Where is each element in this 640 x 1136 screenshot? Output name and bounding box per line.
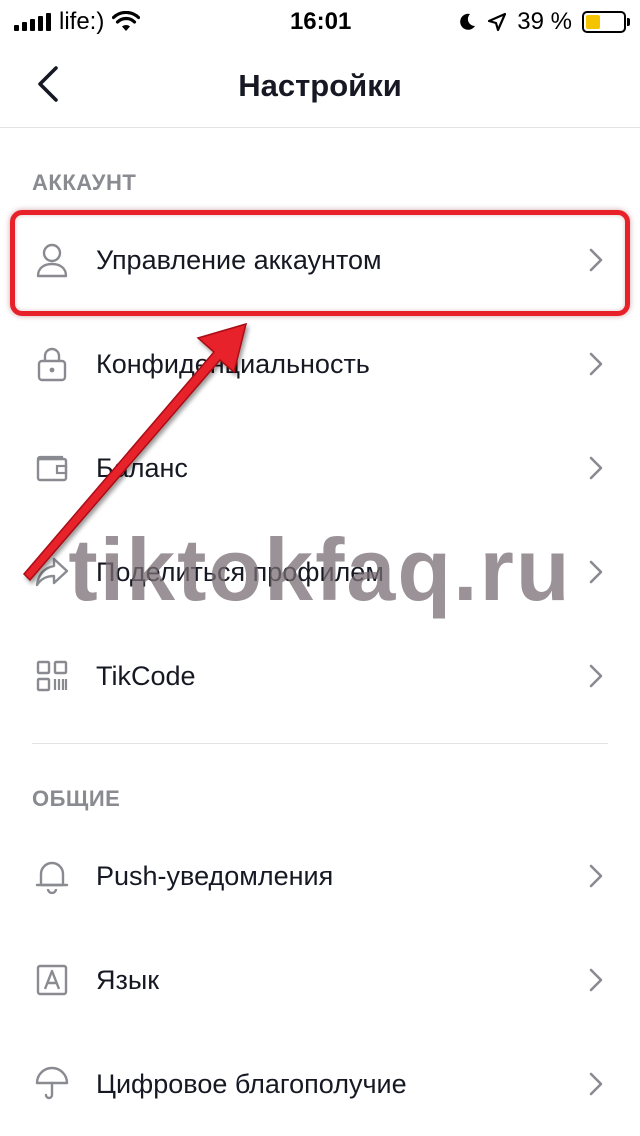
moon-icon bbox=[460, 13, 476, 30]
section-divider bbox=[32, 743, 608, 744]
settings-row-share-profile[interactable]: Поделиться профилем bbox=[0, 524, 640, 620]
section-header-account: АККАУНТ bbox=[32, 170, 137, 195]
chevron-right-icon bbox=[586, 966, 606, 994]
wifi-icon bbox=[112, 11, 141, 31]
chevron-right-icon bbox=[586, 862, 606, 890]
row-label: Push-уведомления bbox=[96, 860, 334, 891]
chevron-right-icon bbox=[586, 558, 606, 586]
chevron-right-icon bbox=[586, 350, 606, 378]
settings-row-digital-wellbeing[interactable]: Цифровое благополучие bbox=[0, 1036, 640, 1132]
status-right: 39 % bbox=[457, 8, 630, 36]
qr-code-icon bbox=[34, 658, 70, 694]
row-label: Цифровое благополучие bbox=[96, 1068, 407, 1099]
row-label: Язык bbox=[96, 964, 160, 995]
language-icon bbox=[34, 962, 70, 998]
status-bar: life:) 16:01 39 % bbox=[0, 0, 640, 44]
settings-row-tikcode[interactable]: TikCode bbox=[0, 628, 640, 724]
settings-row-account-management[interactable]: Управление аккаунтом bbox=[0, 212, 640, 308]
settings-row-balance[interactable]: Баланс bbox=[0, 420, 640, 516]
chevron-right-icon bbox=[586, 246, 606, 274]
chevron-right-icon bbox=[586, 662, 606, 690]
status-left: life:) bbox=[14, 8, 244, 36]
chevron-right-icon bbox=[586, 1070, 606, 1098]
row-label: Поделиться профилем bbox=[96, 556, 384, 587]
row-label: Конфиденциальность bbox=[96, 348, 370, 379]
status-time: 16:01 bbox=[289, 8, 352, 35]
row-label: Управление аккаунтом bbox=[96, 244, 382, 275]
section-header-general: ОБЩИЕ bbox=[32, 786, 121, 811]
row-label: Баланс bbox=[96, 452, 188, 483]
person-icon bbox=[34, 242, 70, 278]
location-arrow-icon bbox=[488, 12, 507, 32]
chevron-right-icon bbox=[586, 454, 606, 482]
navigation-bar: Настройки bbox=[0, 44, 640, 128]
row-label: TikCode bbox=[96, 660, 196, 691]
share-icon bbox=[34, 554, 70, 590]
battery-fill bbox=[586, 15, 601, 29]
chevron-left-icon bbox=[38, 66, 58, 102]
carrier-name: life:) bbox=[59, 8, 105, 35]
back-button[interactable] bbox=[26, 62, 70, 106]
settings-row-privacy[interactable]: Конфиденциальность bbox=[0, 316, 640, 412]
battery-icon bbox=[582, 11, 630, 33]
page-title: Настройки bbox=[238, 67, 402, 103]
bell-icon bbox=[34, 858, 70, 894]
battery-percent: 39 % bbox=[517, 8, 572, 35]
wallet-icon bbox=[34, 450, 70, 486]
umbrella-icon bbox=[34, 1066, 70, 1102]
lock-icon bbox=[34, 346, 70, 382]
signal-strength-icon bbox=[14, 13, 51, 31]
settings-row-push-notifications[interactable]: Push-уведомления bbox=[0, 828, 640, 924]
settings-row-language[interactable]: Язык bbox=[0, 932, 640, 1028]
